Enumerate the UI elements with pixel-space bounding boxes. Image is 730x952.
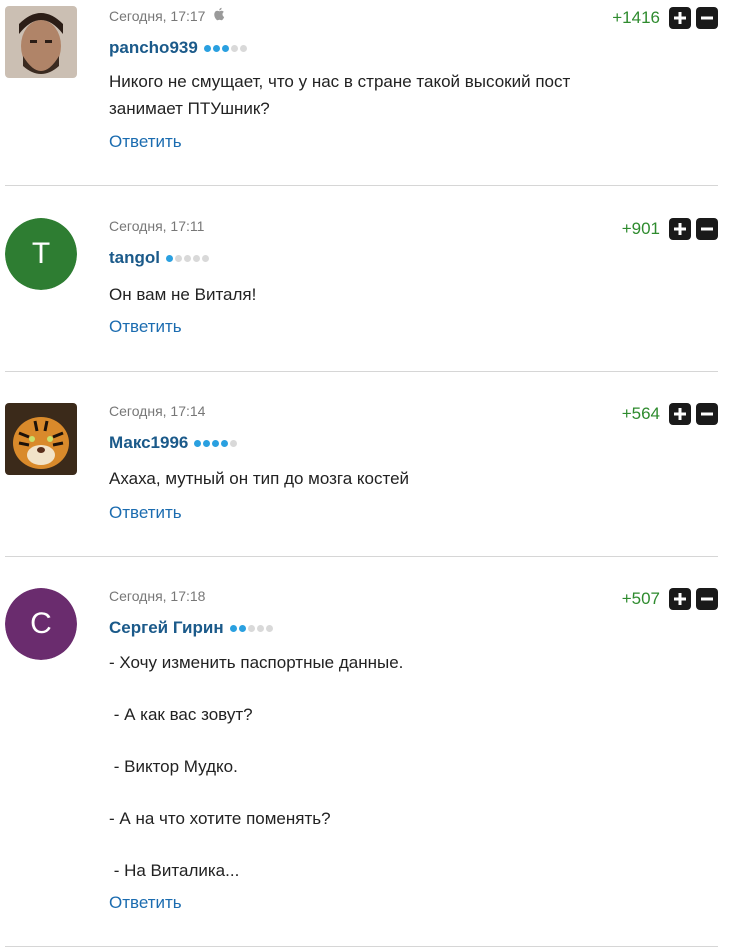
downvote-button[interactable] [696,7,718,29]
upvote-button[interactable] [669,7,691,29]
avatar[interactable] [5,6,77,78]
rating-score: +1416 [612,8,660,27]
author-name[interactable]: pancho939 [109,38,198,58]
comment-line: Никого не смущает, что у нас в стране та… [109,72,571,91]
author-name[interactable]: Макс1996 [109,433,188,453]
level-dot [212,439,220,447]
comment-line: - А как вас зовут? [109,705,253,724]
avatar[interactable]: С [5,588,77,660]
plus-icon [674,408,686,420]
rating-control: +901 [622,218,718,240]
comment-divider [5,185,718,186]
level-dot [184,254,191,262]
minus-icon [701,16,713,20]
minus-icon [701,597,713,601]
plus-icon [674,593,686,605]
comment-text: Ахаха, мутный он тип до мозга костей [109,465,699,492]
level-dot [247,624,255,632]
level-dot [221,439,229,447]
comment-divider [5,946,718,947]
comment-text: Он вам не Виталя! [109,281,699,308]
comment-text: Никого не смущает, что у нас в стране та… [109,68,699,122]
level-dot [203,439,211,447]
level-dot [193,254,200,262]
level-dot [230,44,238,52]
comment-text: - Хочу изменить паспортные данные. - А к… [109,650,699,884]
reply-link[interactable]: Ответить [109,503,182,523]
user-level-indicator [203,44,247,52]
tiger-avatar [5,403,77,475]
plus-icon [674,223,686,235]
comment-line: Он вам не Виталя! [109,285,257,304]
comment-time: Сегодня, 17:14 [109,403,206,419]
level-dot [238,624,246,632]
comment-time: Сегодня, 17:11 [109,218,205,234]
downvote-button[interactable] [696,588,718,610]
reply-link[interactable]: Ответить [109,132,182,152]
level-dot [221,44,229,52]
comment-line: - Хочу изменить паспортные данные. [109,653,404,672]
comment-line: - А на что хотите поменять? [109,809,331,828]
comment-time: Сегодня, 17:18 [109,588,206,604]
rating-score: +901 [621,219,660,238]
level-dot [229,624,237,632]
level-dot [256,624,264,632]
plus-icon [674,12,686,24]
reply-link[interactable]: Ответить [109,893,182,913]
avatar-letter: T [5,218,77,290]
upvote-button[interactable] [669,403,691,425]
comment-time: Сегодня, 17:17 [109,7,206,24]
user-photo-avatar [5,6,77,78]
comment-line: занимает ПТУшник? [109,99,270,118]
rating-control: +1416 [612,7,718,29]
comment-divider [5,556,718,557]
level-dot [212,44,220,52]
reply-link[interactable]: Ответить [109,317,182,337]
level-dot [166,254,173,262]
upvote-button[interactable] [669,218,691,240]
comment-line: - Виктор Мудко. [109,757,238,776]
comment-line: Ахаха, мутный он тип до мозга костей [109,469,410,488]
rating-score: +564 [621,404,660,423]
author-name[interactable]: tangol [109,248,160,268]
apple-icon [213,7,225,24]
rating-control: +507 [622,588,718,610]
level-dot [175,254,182,262]
level-dot [194,439,202,447]
downvote-button[interactable] [696,218,718,240]
avatar-letter: С [5,588,77,660]
minus-icon [701,227,713,231]
avatar[interactable] [5,403,77,475]
rating-score: +507 [621,589,660,608]
rating-control: +564 [622,403,718,425]
downvote-button[interactable] [696,403,718,425]
comment-line: - На Виталика... [109,861,240,880]
level-dot [203,44,211,52]
author-name[interactable]: Сергей Гирин [109,618,224,638]
comment-divider [5,371,718,372]
avatar[interactable]: T [5,218,77,290]
user-level-indicator [166,254,209,262]
user-level-indicator [194,439,238,447]
level-dot [230,439,238,447]
minus-icon [701,412,713,416]
level-dot [265,624,273,632]
upvote-button[interactable] [669,588,691,610]
user-level-indicator [229,624,273,632]
level-dot [239,44,247,52]
level-dot [202,254,209,262]
